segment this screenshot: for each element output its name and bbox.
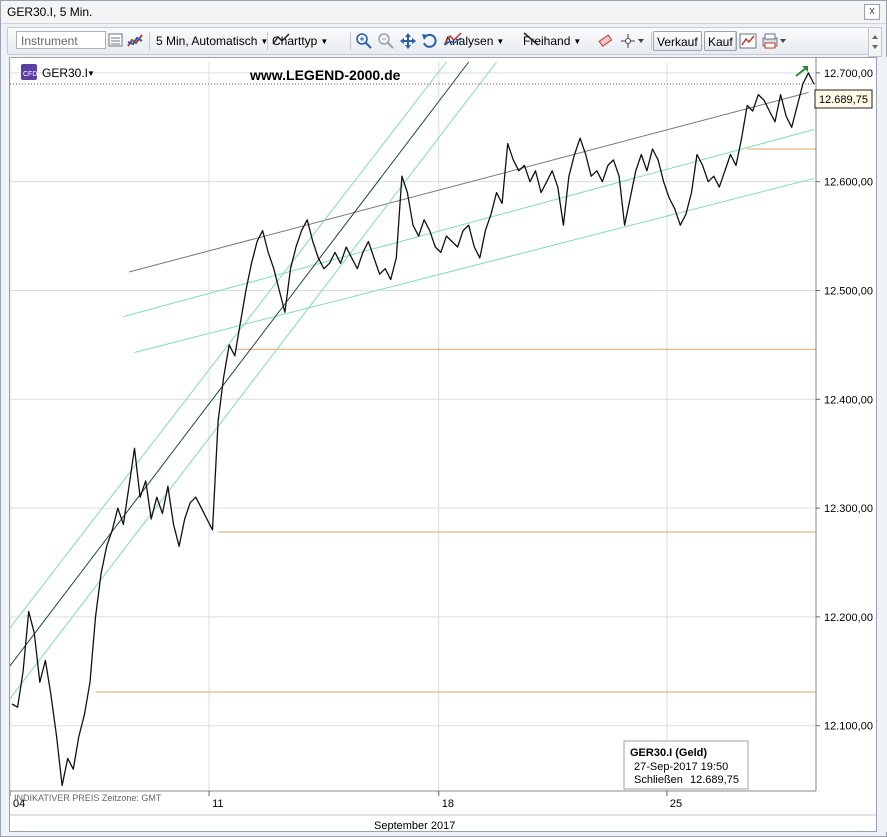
chart-window: GER30.I, 5 Min. x Instrument 5 Min, Auto… [0,0,887,837]
y-tick-label: 12.500,00 [824,285,873,297]
watermark-text: www.LEGEND-2000.de [249,67,401,83]
y-tick-label: 12.100,00 [824,721,873,733]
y-tick-label: 12.700,00 [824,68,873,80]
chevron-down-icon[interactable]: ▼ [87,69,95,78]
interval-dropdown[interactable]: 5 Min, Automatisch ▼ [156,32,268,50]
svg-text:CFD: CFD [23,71,37,78]
analysen-dropdown[interactable]: Analysen ▼ [444,32,504,50]
window-titlebar: GER30.I, 5 Min. x [1,1,886,24]
freehand-line-icon [523,32,539,46]
chart-settings-icon[interactable] [739,32,757,50]
zoom-in-icon[interactable] [355,32,373,50]
info-box-close-label: Schließen [634,774,683,786]
buy-button[interactable]: Kauf [704,31,737,51]
y-tick-label: 12.400,00 [824,394,873,406]
charttype-dropdown[interactable]: Charttyp ▼ [272,32,328,50]
line-chart-icon [272,33,290,45]
month-label: September 2017 [374,820,455,831]
info-box: GER30.I (Geld) 27-Sep-2017 19:50 Schließ… [623,740,749,790]
info-box-close-value: 12.689,75 [690,774,739,786]
parallel-channel-line [134,177,815,353]
symbol-label: GER30.I [42,66,88,80]
price-flag-value: 12.689,75 [819,94,868,106]
crosshair-dropdown[interactable] [620,32,646,50]
price-series [11,72,815,787]
symbol-header[interactable]: CFD GER30.I ▼ [21,64,95,80]
reset-icon[interactable] [421,32,439,50]
trendlines [10,61,816,699]
chart-area[interactable]: 12.100,00 12.200,00 12.300,00 12.400,00 12.5… [9,57,877,832]
x-tick-label: 25 [670,798,682,810]
chart-toolbar: Instrument 5 Min, Automatisch ▼ Charttyp ▼ [7,27,869,55]
footer-note: INDIKATIVER PREIS Zeitzone: GMT [14,793,162,803]
parallel-channel-line [123,128,815,318]
price-flag: 12.689,75 [814,89,873,109]
x-tick-label: 11 [212,798,223,810]
axes: 12.100,00 12.200,00 12.300,00 12.400,00 12.5… [10,58,876,816]
chevron-down-icon: ▼ [573,37,582,46]
window-title: GER30.I, 5 Min. [7,5,93,19]
steep-trend-line [10,61,447,629]
instrument-list-icon[interactable] [108,32,126,50]
interval-label: 5 Min, Automatisch [156,34,258,48]
price-line [11,72,815,787]
right-scroll-strip[interactable] [877,57,887,832]
analysis-icon [444,32,462,46]
eraser-icon[interactable] [596,32,614,50]
chevron-down-icon: ▼ [320,37,329,46]
steep-trend-line [10,61,470,667]
y-tick-label: 12.200,00 [824,612,873,624]
pan-icon[interactable] [399,32,417,50]
print-dropdown[interactable] [761,32,787,50]
chart-canvas[interactable]: 12.100,00 12.200,00 12.300,00 12.400,00 12.5… [10,58,876,831]
compare-chart-icon[interactable] [126,32,144,50]
x-tick-label: 18 [442,798,454,810]
zoom-out-icon[interactable] [377,32,395,50]
toolbar-scroll[interactable] [868,27,882,57]
instrument-input[interactable]: Instrument [16,31,106,49]
close-icon[interactable]: x [864,4,880,20]
steep-trend-line [10,61,497,699]
trend-arrow-icon [795,66,808,77]
info-box-title: GER30.I (Geld) [630,747,707,759]
y-tick-label: 12.300,00 [824,503,873,515]
sell-button[interactable]: Verkauf [653,31,702,51]
upper-channel-line [128,91,809,273]
chevron-down-icon: ▼ [496,37,505,46]
y-tick-label: 12.600,00 [824,177,873,189]
info-box-datetime: 27-Sep-2017 19:50 [634,761,728,773]
freihand-dropdown[interactable]: Freihand ▼ [523,32,581,50]
